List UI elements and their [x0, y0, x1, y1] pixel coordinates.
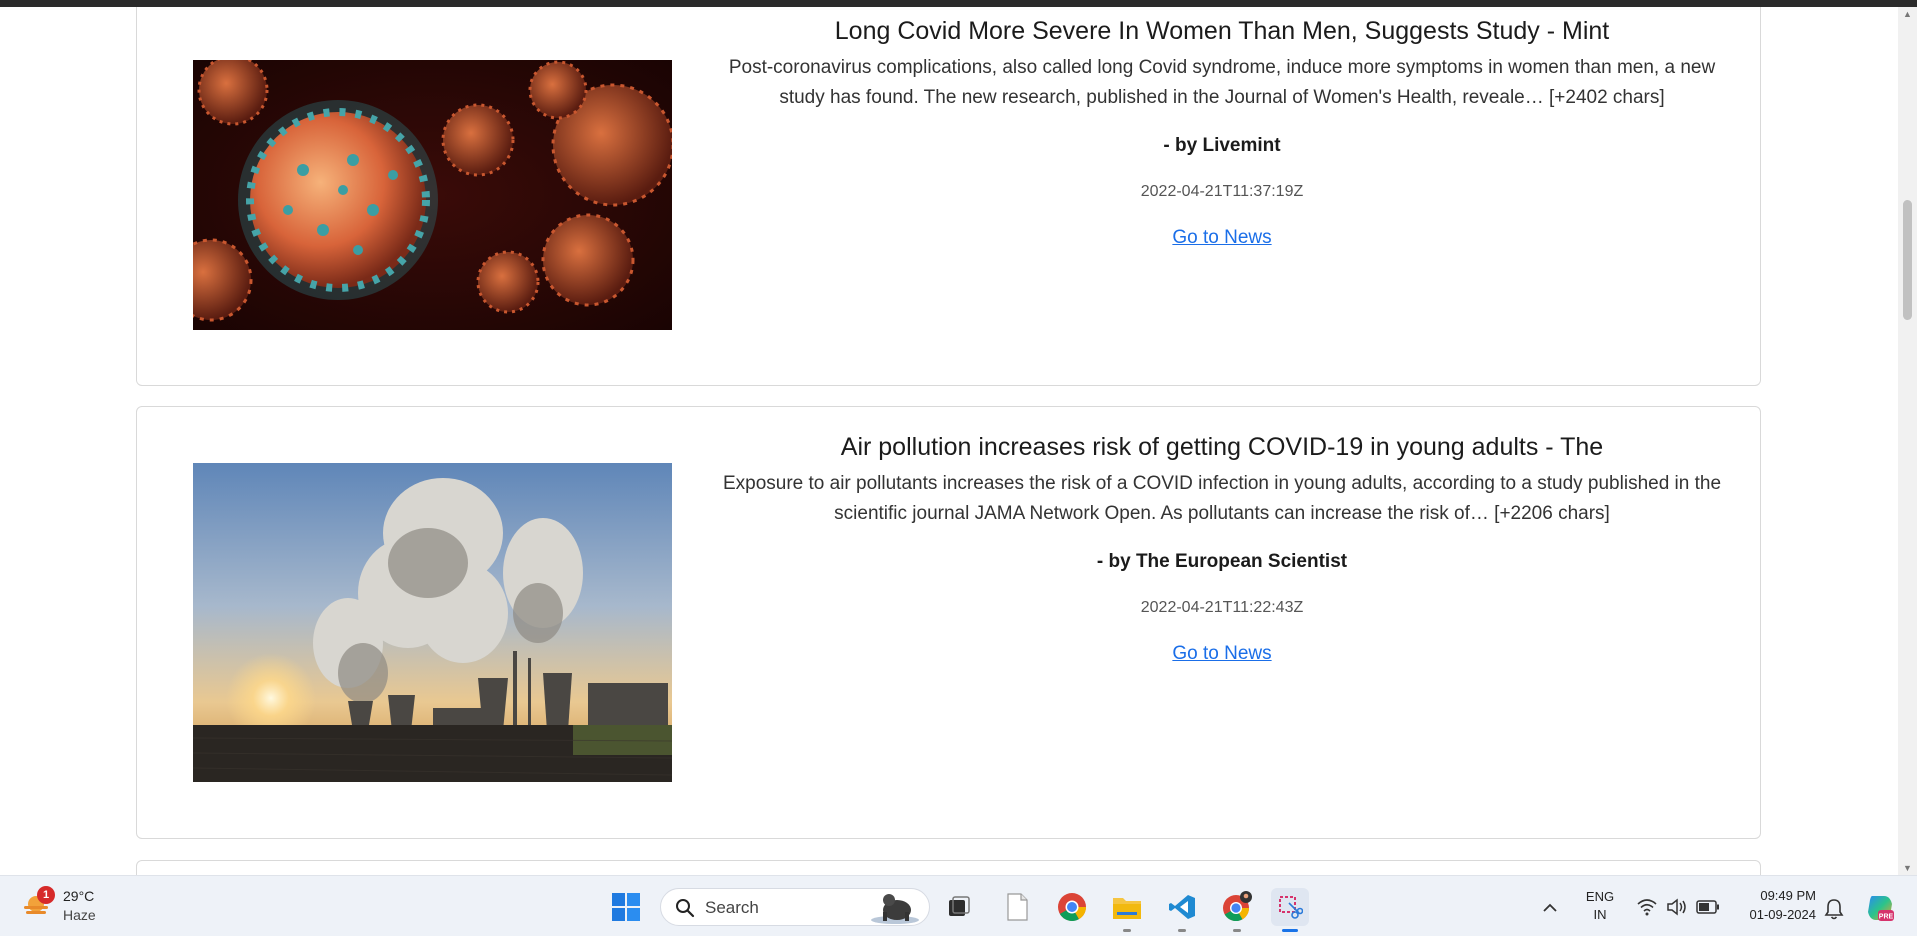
search-icon [676, 899, 695, 918]
news-image-power-plant [193, 463, 672, 782]
running-indicator [1233, 929, 1241, 932]
file-explorer-icon[interactable] [1108, 888, 1146, 932]
search-placeholder: Search [705, 898, 759, 917]
wifi-icon [1637, 899, 1657, 916]
notepad-icon[interactable] [998, 888, 1036, 926]
language-code: ENG [1585, 889, 1615, 904]
scroll-up-arrow-icon[interactable]: ▲ [1898, 7, 1917, 21]
page-viewport: Long Covid More Severe In Women Than Men… [0, 7, 1898, 875]
system-tray[interactable] [1636, 896, 1736, 920]
svg-text:PRE: PRE [1879, 914, 1894, 921]
battery-icon [1696, 900, 1719, 914]
windows-taskbar: 1 29°C Haze Search ENG IN 09:49 PM 01-09… [0, 875, 1917, 936]
scroll-down-arrow-icon[interactable]: ▼ [1898, 861, 1917, 875]
speaker-icon [1667, 898, 1686, 916]
system-clock[interactable]: 09:49 PM 01-09-2024 [1730, 886, 1817, 924]
window-top-edge [0, 0, 1917, 7]
chrome-icon[interactable] [1053, 888, 1091, 926]
news-description: Exposure to air pollutants increases the… [722, 473, 1722, 524]
chevron-up-icon[interactable] [1540, 898, 1560, 918]
go-to-news-link[interactable]: Go to News [1172, 227, 1271, 249]
news-card: Long Covid More Severe In Women Than Men… [136, 7, 1761, 386]
news-title: Air pollution increases risk of getting … [840, 433, 1604, 461]
running-indicator [1178, 929, 1186, 932]
bell-icon[interactable] [1824, 898, 1844, 920]
task-view-icon[interactable] [940, 888, 978, 926]
running-indicator [1123, 929, 1131, 932]
weather-notification-badge: 1 [37, 886, 55, 904]
language-indicator[interactable]: ENG IN [1580, 888, 1620, 924]
news-description: Post-coronavirus complications, also cal… [728, 57, 1716, 108]
weather-temperature: 29°C [63, 888, 95, 904]
news-image-virus [193, 60, 672, 330]
region-code: IN [1593, 907, 1607, 922]
windows-start-icon[interactable] [607, 888, 645, 926]
news-card [136, 860, 1761, 875]
news-date: 2022-04-21T11:22:43Z [1140, 599, 1304, 616]
active-window-indicator [1282, 929, 1298, 932]
news-card: Air pollution increases risk of getting … [136, 406, 1761, 839]
search-highlight-gorilla-icon [871, 894, 919, 924]
news-date: 2022-04-21T11:37:19Z [1140, 183, 1304, 200]
go-to-news-link[interactable]: Go to News [1172, 643, 1271, 665]
clock-time: 09:49 PM [1760, 888, 1816, 903]
snipping-tool-icon[interactable] [1271, 888, 1309, 932]
weather-condition: Haze [63, 907, 96, 923]
weather-widget[interactable]: 1 29°C Haze [20, 886, 140, 928]
news-title: Long Covid More Severe In Women Than Men… [834, 17, 1610, 45]
scrollbar-thumb[interactable] [1903, 200, 1912, 320]
news-author: - by Livemint [1163, 135, 1281, 156]
clock-date: 01-09-2024 [1749, 907, 1817, 922]
page-scrollbar[interactable]: ▲ ▼ [1898, 7, 1917, 875]
news-author: - by The European Scientist [1096, 551, 1348, 572]
chrome-profile-icon[interactable] [1218, 888, 1256, 932]
copilot-icon[interactable]: PRE [1864, 892, 1896, 924]
vscode-icon[interactable] [1163, 888, 1201, 932]
taskbar-search-input[interactable]: Search [660, 888, 930, 926]
